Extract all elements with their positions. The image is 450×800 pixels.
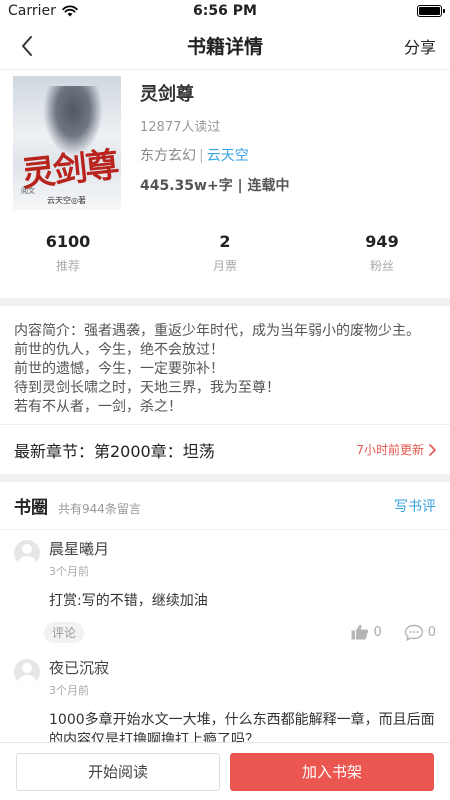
book-intro[interactable]: 内容简介：强者遇袭，重返少年时代，成为当年弱小的废物少主。 前世的仇人，今生，绝… [0, 306, 450, 424]
comments-title-group: 书圈 共有944条留言 [14, 493, 141, 518]
battery-icon [417, 5, 445, 17]
reply-count: 0 [427, 624, 436, 640]
wifi-icon [62, 5, 78, 17]
comment-actions: 评论 0 0 [44, 621, 436, 643]
like-button[interactable]: 0 [351, 624, 382, 640]
word-count-status: 445.35w+字 | 连载中 [140, 178, 290, 194]
status-left: Carrier [8, 3, 78, 19]
stat-label: 月票 [212, 259, 237, 273]
latest-update: 7小时前更新 [356, 441, 436, 458]
latest-chapter-row[interactable]: 最新章节：第2000章：坦荡 7小时前更新 [0, 424, 450, 474]
stat-value: 2 [219, 232, 231, 251]
book-category-author: 东方玄幻 | 云天空 [140, 145, 290, 165]
comment-time: 3个月前 [49, 565, 89, 578]
comment-user: 晨星曦月 3个月前 [14, 530, 436, 579]
comment-time: 3个月前 [49, 684, 89, 697]
book-cover[interactable]: 灵剑尊 阅文 云天空◎著 [13, 76, 121, 210]
reply-button[interactable]: 0 [404, 624, 436, 641]
stat-value: 6100 [45, 232, 91, 251]
latest-chapter: 最新章节：第2000章：坦荡 [14, 441, 215, 461]
book-meta: 灵剑尊 12877人读过 东方玄幻 | 云天空 445.35w+字 | 连载中 [140, 76, 290, 210]
comment-user: 夜已沉寂 3个月前 [14, 649, 436, 698]
cover-author: 云天空◎著 [47, 196, 86, 205]
stat-label: 粉丝 [369, 259, 394, 273]
meta-separator: | [199, 148, 204, 164]
share-button[interactable]: 分享 [404, 34, 436, 58]
book-category: 东方玄幻 [140, 148, 196, 164]
like-count: 0 [373, 624, 382, 640]
chevron-left-icon [22, 35, 32, 56]
carrier-label: Carrier [8, 3, 56, 19]
author-link[interactable]: 云天空 [207, 148, 249, 164]
readers-count: 12877人读过 [140, 120, 221, 135]
back-button[interactable] [14, 33, 40, 59]
avatar[interactable] [14, 540, 40, 566]
comment-item[interactable]: 夜已沉寂 3个月前 1000多章开始水文一大堆，什么东西都能解释一章，而且后面的… [0, 649, 450, 750]
page-title: 书籍详情 [186, 36, 263, 58]
bottom-action-bar: 开始阅读 加入书架 [0, 742, 450, 800]
stats-row: 6100 推荐 2 月票 949 粉丝 [0, 232, 450, 284]
book-title: 灵剑尊 [140, 84, 194, 105]
comment-body: 打赏:写的不错，继续加油 [49, 593, 208, 609]
intro-line: 若有不从者，一剑，杀之！ [14, 399, 182, 415]
intro-line: 待到灵剑长啸之时，天地三界，我为至尊！ [14, 380, 280, 396]
comments-header: 书圈 共有944条留言 写书评 [0, 482, 450, 530]
comment-action-buttons: 0 0 [351, 624, 436, 641]
thumbs-up-icon [351, 624, 369, 640]
intro-line: 前世的仇人，今生，绝不会放过！ [14, 342, 224, 358]
comment-meta: 晨星曦月 3个月前 [49, 538, 109, 579]
comment-meta: 夜已沉寂 3个月前 [49, 657, 109, 698]
intro-line: 前世的遗憾，今生，一定要弥补！ [14, 361, 224, 377]
comments-count: 共有944条留言 [58, 502, 141, 516]
intro-line: 内容简介：强者遇袭，重返少年时代，成为当年弱小的废物少主。 [14, 323, 420, 339]
section-divider [0, 474, 450, 482]
avatar[interactable] [14, 659, 40, 685]
cover-mark: 阅文 [21, 187, 35, 195]
stat-monthly-ticket[interactable]: 2 月票 [195, 232, 255, 284]
nav-bar: 书籍详情 分享 [0, 22, 450, 70]
comment-bubble-icon [404, 624, 423, 641]
add-to-shelf-button[interactable]: 加入书架 [230, 752, 434, 791]
comment-tag: 评论 [44, 621, 85, 643]
stat-fans[interactable]: 949 粉丝 [352, 232, 412, 284]
comment-item[interactable]: 晨星曦月 3个月前 打赏:写的不错，继续加油 评论 0 0 [0, 530, 450, 643]
stat-recommend[interactable]: 6100 推荐 [38, 232, 98, 284]
status-bar: Carrier 6:56 PM [0, 0, 450, 22]
stat-label: 推荐 [55, 259, 80, 273]
comment-username[interactable]: 夜已沉寂 [49, 657, 109, 678]
section-divider [0, 298, 450, 306]
stat-value: 949 [365, 232, 399, 251]
write-review-button[interactable]: 写书评 [394, 496, 436, 516]
start-reading-button[interactable]: 开始阅读 [16, 752, 220, 791]
comments-title: 书圈 [14, 498, 48, 518]
update-time: 7小时前更新 [356, 443, 424, 457]
chevron-right-icon [429, 443, 436, 456]
book-info: 灵剑尊 阅文 云天空◎著 灵剑尊 12877人读过 东方玄幻 | 云天空 445.3… [0, 70, 450, 210]
comment-username[interactable]: 晨星曦月 [49, 538, 109, 559]
